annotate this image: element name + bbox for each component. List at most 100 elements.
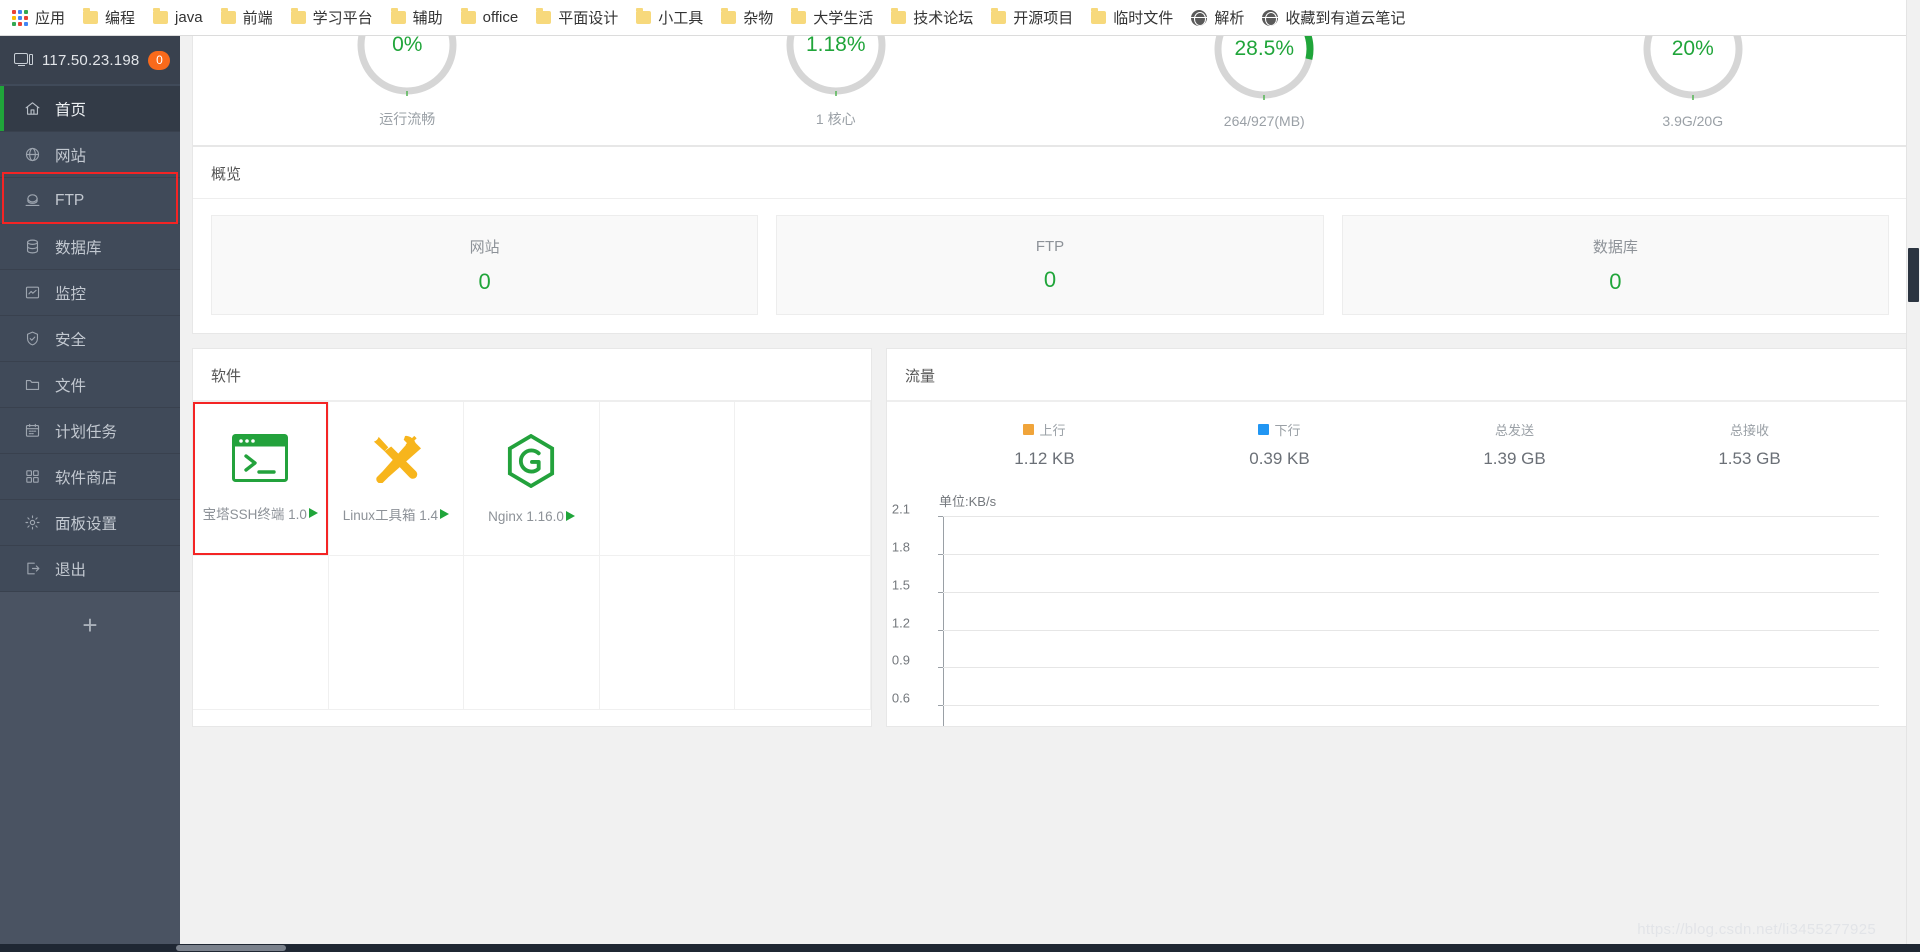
overview-box[interactable]: 数据库 0: [1341, 215, 1889, 315]
watermark-text: https://blog.csdn.net/li3455277925: [1637, 921, 1876, 938]
software-card: 软件 宝塔SSH终端 1.0 Linux工具箱 1.4 Nginx 1.16.0: [192, 348, 872, 727]
chart-y-axis: [943, 516, 944, 726]
nginx-g-icon: [506, 433, 556, 493]
bookmark-label: 编程: [105, 10, 136, 27]
sidebar-item-5[interactable]: 监控: [0, 270, 180, 316]
play-icon[interactable]: [565, 511, 575, 521]
software-empty-cell: [735, 402, 871, 556]
bookmark-item[interactable]: 辅助: [383, 4, 451, 31]
software-item[interactable]: Nginx 1.16.0: [464, 402, 600, 556]
folder-icon: [536, 8, 552, 24]
bookmark-item[interactable]: 应用: [4, 4, 73, 31]
overview-box-value: 0: [1609, 268, 1622, 294]
chart-gridline: [943, 705, 1879, 707]
sidebar-item-label: 安全: [55, 331, 87, 349]
folder-icon: [390, 8, 406, 24]
chart-gridline-row: 0.9: [892, 653, 1879, 669]
sidebar-item-9[interactable]: 软件商店: [0, 454, 180, 500]
bookmark-item[interactable]: java: [145, 6, 211, 29]
bookmark-label: 杂物: [743, 10, 774, 27]
page-scrollbar-thumb[interactable]: [1908, 248, 1919, 302]
bookmark-item[interactable]: office: [453, 6, 527, 29]
sidebar-item-2[interactable]: 网站: [0, 132, 180, 178]
bookmark-item[interactable]: 解析: [1183, 4, 1252, 31]
bookmark-item[interactable]: 临时文件: [1083, 4, 1181, 31]
play-icon[interactable]: [440, 509, 450, 519]
sidebar-item-7[interactable]: 文件: [0, 362, 180, 408]
bookmark-label: 小工具: [658, 10, 704, 27]
traffic-chart: 2.1 1.8 1.5 1.2 0.9 0.6: [892, 502, 1879, 726]
bottom-row: 软件 宝塔SSH终端 1.0 Linux工具箱 1.4 Nginx 1.16.0…: [192, 348, 1908, 727]
traffic-stat: 上行 1.12 KB: [927, 420, 1162, 469]
traffic-stats: 上行 1.12 KB 下行 0.39 KB 总发送 1.39 GB 总接收 1.53 GB: [887, 401, 1907, 473]
sidebar-item-1[interactable]: 首页: [0, 86, 180, 132]
add-server-button[interactable]: +: [0, 592, 180, 658]
traffic-stat-value: 1.53 GB: [1718, 449, 1781, 468]
software-item[interactable]: Linux工具箱 1.4: [328, 402, 465, 556]
folder-icon: [636, 8, 652, 24]
bookmark-label: 大学生活: [813, 10, 874, 27]
software-empty-cell: [599, 402, 736, 556]
bookmark-item[interactable]: 大学生活: [783, 4, 881, 31]
page-scrollbar-track[interactable]: [1906, 0, 1920, 952]
overview-box-label: FTP: [1035, 237, 1065, 255]
bookmark-item[interactable]: 前端: [213, 4, 281, 31]
gauge-value: 1.18%: [805, 36, 866, 56]
overview-box-label: 数据库: [1592, 238, 1638, 256]
chart-y-tick: 1.8: [891, 539, 910, 555]
horizontal-scrollbar-track[interactable]: [0, 944, 1920, 952]
sidebar-item-11[interactable]: 退出: [0, 546, 180, 592]
overview-box[interactable]: 网站 0: [211, 215, 759, 315]
sidebar-item-label: FTP: [55, 191, 85, 209]
traffic-stat-value: 1.39 GB: [1483, 449, 1546, 468]
bookmark-item[interactable]: 技术论坛: [883, 4, 981, 31]
bookmark-item[interactable]: 收藏到有道云笔记: [1254, 4, 1413, 31]
gauge-2: 1.18% 1 核心: [622, 36, 1051, 129]
bookmark-item[interactable]: 开源项目: [983, 4, 1081, 31]
traffic-stat-value: 1.12 KB: [1014, 449, 1075, 468]
software-empty-cell: [193, 556, 329, 710]
gauge-value: 20%: [1671, 37, 1714, 60]
sidebar-item-10[interactable]: 面板设置: [0, 500, 180, 546]
software-title: 软件: [193, 349, 871, 401]
legend-swatch-icon: [1023, 424, 1035, 435]
overview-card: 概览 网站 0 FTP 0 数据库 0: [192, 146, 1908, 334]
tools-icon: [368, 433, 424, 488]
chart-gridline: [943, 516, 1879, 517]
software-empty-cell: [735, 556, 871, 710]
bookmark-item[interactable]: 学习平台: [283, 4, 381, 31]
software-item[interactable]: 宝塔SSH终端 1.0: [193, 402, 329, 556]
sidebar-item-label: 网站: [55, 147, 87, 165]
nginx-g-icon: [508, 433, 555, 488]
folder-icon: [153, 8, 169, 24]
traffic-card: 流量 上行 1.12 KB 下行 0.39 KB 总发送 1.39 GB 总接收 1.53 G…: [886, 348, 1908, 727]
sidebar-item-6[interactable]: 安全: [0, 316, 180, 362]
gauge-label: 3.9G/20G: [1662, 113, 1724, 129]
notification-badge[interactable]: 0: [148, 50, 171, 70]
horizontal-scrollbar-thumb[interactable]: [176, 945, 286, 951]
bookmark-label: 技术论坛: [913, 10, 974, 27]
sidebar-item-3[interactable]: FTP: [0, 178, 180, 224]
sidebar-item-4[interactable]: 数据库: [0, 224, 180, 270]
bookmark-item[interactable]: 平面设计: [528, 4, 626, 31]
traffic-stat-label: 总发送: [1494, 423, 1534, 438]
bookmark-item[interactable]: 杂物: [713, 4, 781, 31]
overview-title: 概览: [193, 147, 1907, 199]
sidebar-item-8[interactable]: 计划任务: [0, 408, 180, 454]
database-icon: [24, 238, 41, 255]
chart-y-tick: 0.9: [891, 652, 910, 668]
overview-box-value: 0: [1043, 266, 1057, 292]
server-header[interactable]: 117.50.23.198 0: [0, 36, 180, 84]
sidebar-item-label: 计划任务: [55, 423, 118, 441]
play-icon[interactable]: [308, 508, 318, 518]
chart-unit-label: 单位:KB/s: [939, 494, 997, 509]
overview-box[interactable]: FTP 0: [776, 215, 1324, 315]
chart-gridline: [943, 667, 1879, 669]
sidebar-item-label: 文件: [55, 377, 87, 395]
home-icon: [24, 100, 41, 117]
bookmark-item[interactable]: 编程: [75, 4, 143, 31]
folder-icon: [791, 8, 807, 24]
globe-icon: [24, 146, 41, 163]
folder-icon: [220, 8, 236, 24]
bookmark-item[interactable]: 小工具: [628, 4, 711, 31]
